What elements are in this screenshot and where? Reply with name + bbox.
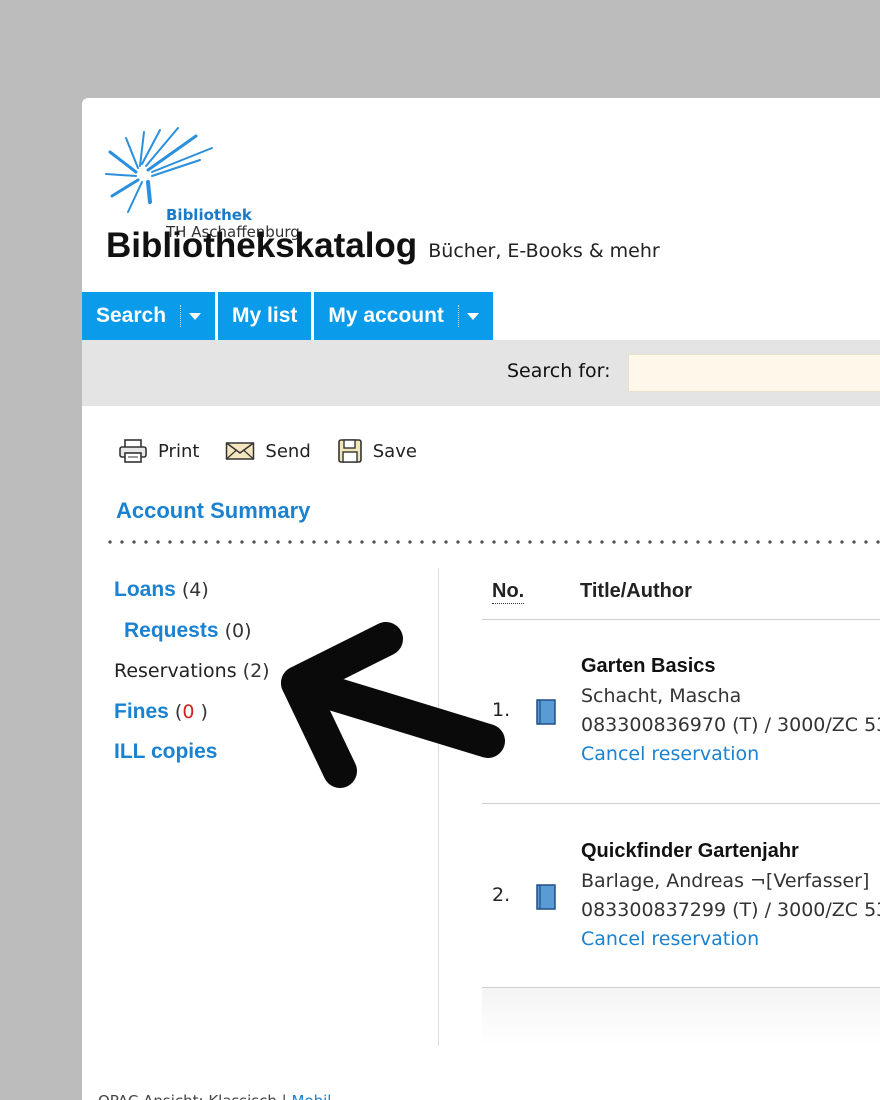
row-number: 1. <box>492 699 511 721</box>
column-separator <box>438 568 439 1046</box>
footer-mobile-link[interactable]: Mobil <box>292 1092 332 1100</box>
sidebar-item-ill-copies[interactable]: ILL copies <box>114 740 217 764</box>
table-row: 1. Garten Basics Schacht, Mascha 0833008… <box>482 651 880 801</box>
cancel-reservation-link[interactable]: Cancel reservation <box>581 924 880 954</box>
footer-text: OPAC Ansicht: Klassisch | <box>98 1092 292 1100</box>
site-title: Bibliothekskatalog Bücher, E-Books & meh… <box>106 226 660 266</box>
save-button[interactable]: Save <box>337 438 417 464</box>
column-header-title-author: Title/Author <box>580 580 692 602</box>
table-divider <box>482 803 880 804</box>
page: Bibliothek TH Aschaffenburg Bibliotheksk… <box>82 98 880 1100</box>
sidebar-item-reservations[interactable]: Reservations (2) <box>114 660 270 682</box>
cancel-reservation-link[interactable]: Cancel reservation <box>581 739 880 769</box>
nav-search-label: Search <box>96 304 167 327</box>
table-divider <box>482 619 880 620</box>
caret-down-icon <box>189 312 202 320</box>
toolbar: Print Send Save <box>118 438 443 464</box>
row-number: 2. <box>492 884 511 906</box>
nav-my-list-button[interactable]: My list <box>218 292 312 340</box>
envelope-icon <box>226 442 255 460</box>
book-icon <box>536 884 556 910</box>
logo-text-bibliothek: Bibliothek <box>166 206 252 224</box>
caret-down-icon <box>466 312 479 320</box>
print-label: Print <box>158 440 200 462</box>
sidebar-item-requests[interactable]: Requests (0) <box>124 619 252 643</box>
printer-icon <box>119 439 147 463</box>
sidebar-item-fines[interactable]: Fines (0 ) <box>114 700 208 724</box>
nav-my-list-label: My list <box>232 304 298 327</box>
nav-search-dropdown[interactable] <box>180 305 202 327</box>
requests-count: (0) <box>224 620 252 642</box>
page-footer: OPAC Ansicht: Klassisch | Mobil <box>98 1092 331 1100</box>
row-content: Garten Basics Schacht, Mascha 0833008369… <box>581 651 880 769</box>
requests-link[interactable]: Requests <box>124 619 219 642</box>
item-title[interactable]: Quickfinder Gartenjahr <box>581 836 880 866</box>
nav-search-button[interactable]: Search <box>82 292 216 340</box>
ill-copies-link[interactable]: ILL copies <box>114 740 217 763</box>
sidebar-item-loans[interactable]: Loans (4) <box>114 578 209 602</box>
save-label: Save <box>372 440 417 462</box>
table-row: 2. Quickfinder Gartenjahr Barlage, Andre… <box>482 836 880 986</box>
item-title[interactable]: Garten Basics <box>581 651 880 681</box>
item-call-number: 083300837299 (T) / 3000/ZC 53 <box>581 899 880 921</box>
fines-paren-close: ) <box>194 701 208 723</box>
fines-count: 0 <box>182 701 195 723</box>
loans-count: (4) <box>181 579 209 601</box>
reservations-count: (2) <box>242 660 270 682</box>
floppy-disk-icon <box>337 439 362 463</box>
site-title-main: Bibliothekskatalog <box>106 226 418 265</box>
row-content: Quickfinder Gartenjahr Barlage, Andreas … <box>581 836 880 954</box>
print-button[interactable]: Print <box>118 438 199 464</box>
send-button[interactable]: Send <box>225 440 311 462</box>
item-author: Schacht, Mascha <box>581 685 742 707</box>
search-label: Search for: <box>507 360 611 382</box>
dotted-divider <box>104 539 880 545</box>
search-input[interactable] <box>628 354 880 392</box>
account-summary-heading[interactable]: Account Summary <box>116 498 310 524</box>
item-call-number: 083300836970 (T) / 3000/ZC 53 <box>581 714 880 736</box>
nav-my-account-button[interactable]: My account <box>314 292 493 340</box>
library-logo[interactable]: Bibliothek TH Aschaffenburg <box>104 126 324 241</box>
site-title-subtitle: Bücher, E-Books & mehr <box>428 240 660 262</box>
column-header-no: No. <box>492 580 525 604</box>
fines-link[interactable]: Fines <box>114 700 169 723</box>
search-bar: Search for: <box>82 340 880 406</box>
item-author: Barlage, Andreas ¬[Verfasser] <box>581 870 870 892</box>
main-nav: Search My list My account <box>82 292 496 340</box>
loans-link[interactable]: Loans <box>114 578 176 601</box>
table-footer-shade <box>482 988 880 1046</box>
book-icon <box>536 699 556 725</box>
reservations-label: Reservations <box>114 660 237 682</box>
send-label: Send <box>265 440 311 462</box>
nav-my-account-label: My account <box>328 304 444 327</box>
nav-my-account-dropdown[interactable] <box>457 305 479 327</box>
starburst-logo-icon <box>105 127 213 213</box>
